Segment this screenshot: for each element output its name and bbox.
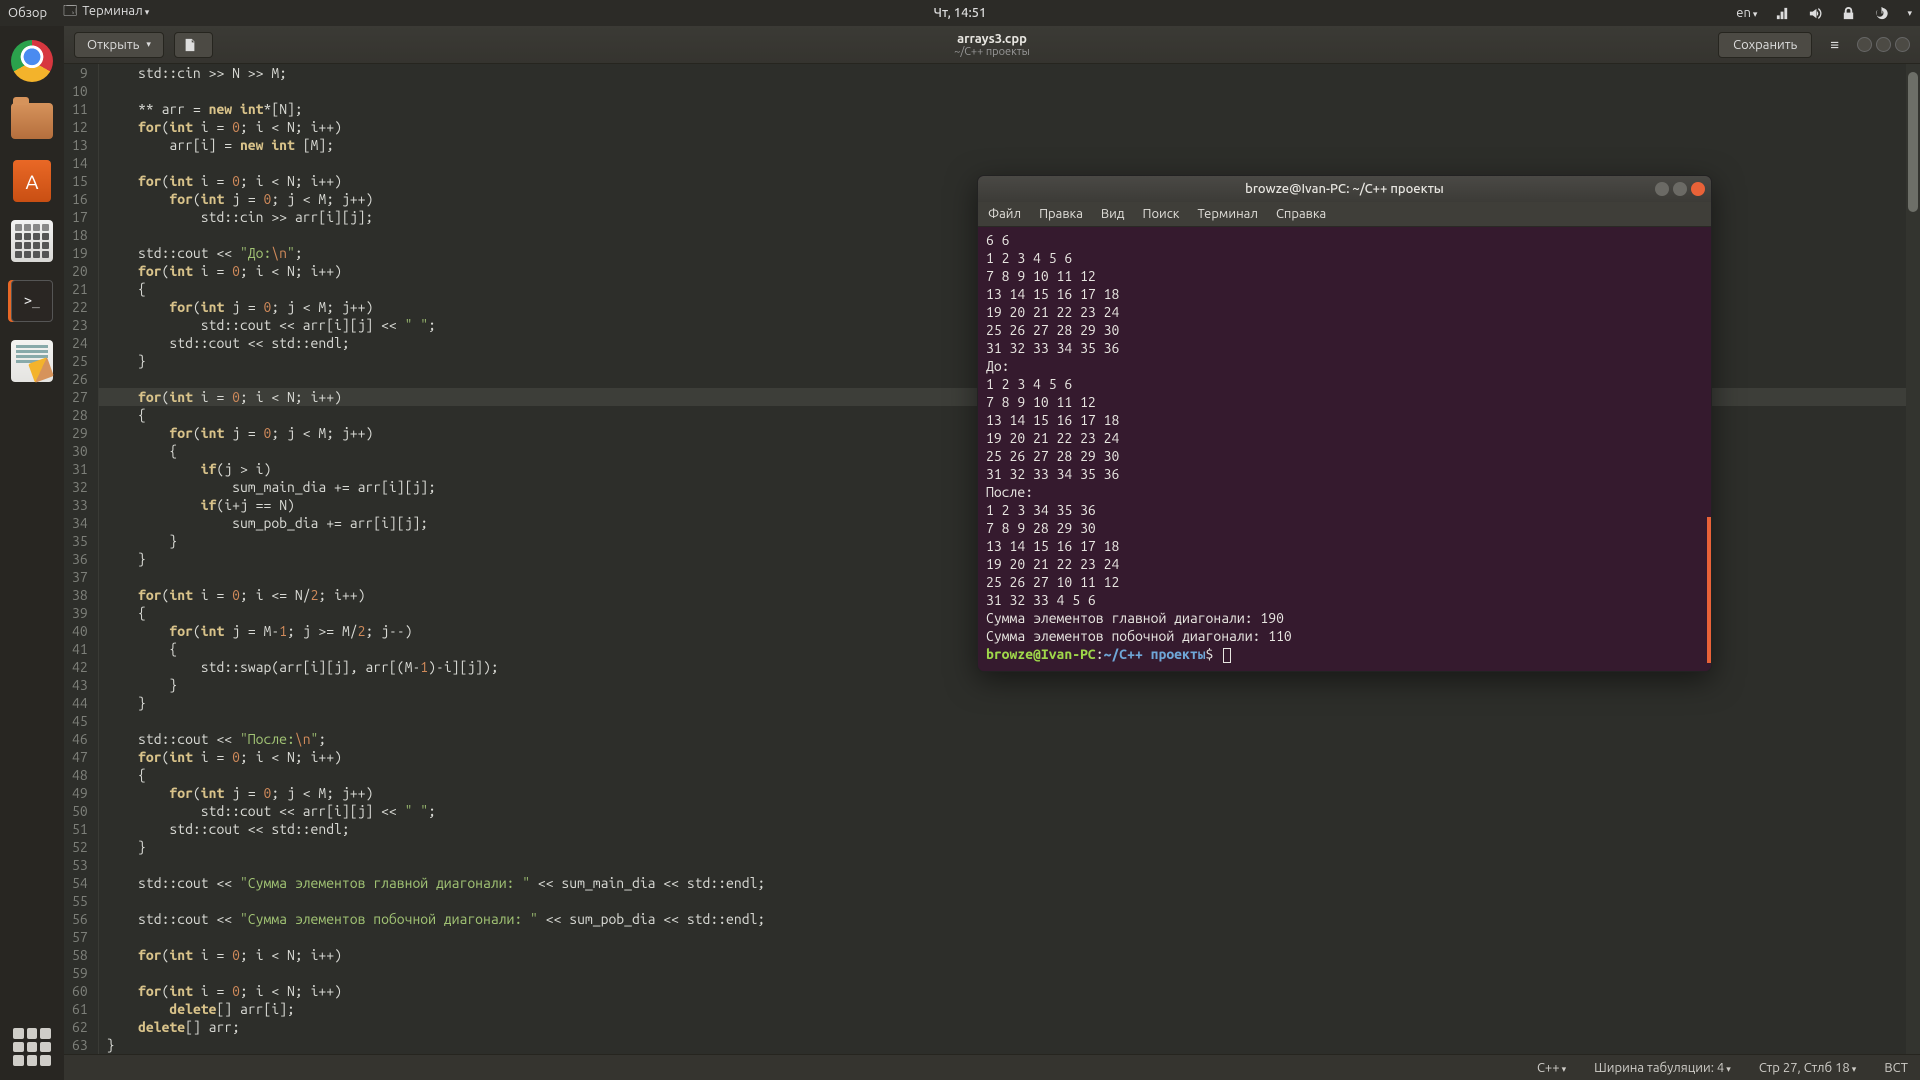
save-button[interactable]: Сохранить <box>1718 32 1812 58</box>
open-button[interactable]: Открыть <box>74 32 164 58</box>
activities-button[interactable]: Обзор <box>8 6 47 20</box>
terminal-menu-Поиск[interactable]: Поиск <box>1142 207 1179 221</box>
dock-software[interactable]: A <box>7 156 57 206</box>
terminal-minimize-button[interactable] <box>1655 182 1669 196</box>
terminal-output[interactable]: 6 6 1 2 3 4 5 6 7 8 9 10 11 12 13 14 15 … <box>978 227 1711 671</box>
system-menu-arrow[interactable]: ▾ <box>1907 8 1912 19</box>
power-icon[interactable] <box>1874 6 1889 21</box>
close-button[interactable] <box>1895 37 1910 52</box>
new-file-button[interactable] <box>174 32 213 58</box>
maximize-button[interactable] <box>1876 37 1891 52</box>
terminal-title-text: browze@Ivan-PC: ~/C++ проекты <box>1245 182 1444 196</box>
dock-show-applications[interactable] <box>13 1028 51 1066</box>
status-language[interactable]: C++ <box>1537 1061 1566 1075</box>
ubuntu-dock: A >_ <box>0 26 64 1080</box>
terminal-menu-Справка[interactable]: Справка <box>1276 207 1326 221</box>
volume-icon[interactable] <box>1808 6 1823 21</box>
status-insert-mode: ВСТ <box>1884 1061 1908 1075</box>
terminal-menubar: Файл Правка Вид Поиск Терминал Справка <box>978 202 1711 227</box>
minimize-button[interactable] <box>1857 37 1872 52</box>
terminal-menu-Вид[interactable]: Вид <box>1101 207 1125 221</box>
terminal-menu-Правка[interactable]: Правка <box>1039 207 1083 221</box>
editor-scrollbar[interactable] <box>1906 64 1920 1054</box>
terminal-scroll-indicator[interactable] <box>1707 517 1711 663</box>
line-number-gutter: 9101112131415161718192021222324252627282… <box>64 64 99 1054</box>
new-file-icon <box>183 38 197 52</box>
status-tab-width[interactable]: Ширина табуляции: 4 <box>1594 1061 1731 1075</box>
keyboard-layout-indicator[interactable]: en <box>1736 6 1757 20</box>
terminal-close-button[interactable] <box>1691 182 1705 196</box>
gedit-statusbar: C++ Ширина табуляции: 4 Стр 27, Стлб 18 … <box>64 1054 1920 1080</box>
network-icon[interactable] <box>1775 6 1790 21</box>
dock-files[interactable] <box>7 96 57 146</box>
dock-terminal[interactable]: >_ <box>7 276 57 326</box>
clock[interactable]: Чт, 14:51 <box>934 6 987 20</box>
terminal-maximize-button[interactable] <box>1673 182 1687 196</box>
terminal-window[interactable]: browze@Ivan-PC: ~/C++ проекты Файл Правка… <box>977 175 1712 672</box>
app-menu[interactable]: 🗔Терминал <box>63 2 149 24</box>
terminal-menu-Файл[interactable]: Файл <box>988 207 1021 221</box>
lock-icon[interactable] <box>1841 6 1856 21</box>
gedit-headerbar: Открыть arrays3.cpp ~/C++ проекты Сохран… <box>64 26 1920 64</box>
gnome-top-panel: Обзор 🗔Терминал Чт, 14:51 en ▾ <box>0 0 1920 26</box>
hamburger-menu[interactable]: ≡ <box>1822 31 1847 59</box>
terminal-menu-Терминал[interactable]: Терминал <box>1197 207 1257 221</box>
scrollbar-thumb[interactable] <box>1908 72 1918 212</box>
status-cursor-position: Стр 27, Стлб 18 <box>1759 1061 1857 1075</box>
terminal-titlebar[interactable]: browze@Ivan-PC: ~/C++ проекты <box>978 176 1711 202</box>
dock-calculator[interactable] <box>7 216 57 266</box>
window-title: arrays3.cpp ~/C++ проекты <box>954 32 1030 58</box>
dock-chrome[interactable] <box>7 36 57 86</box>
dock-text-editor[interactable] <box>7 336 57 386</box>
